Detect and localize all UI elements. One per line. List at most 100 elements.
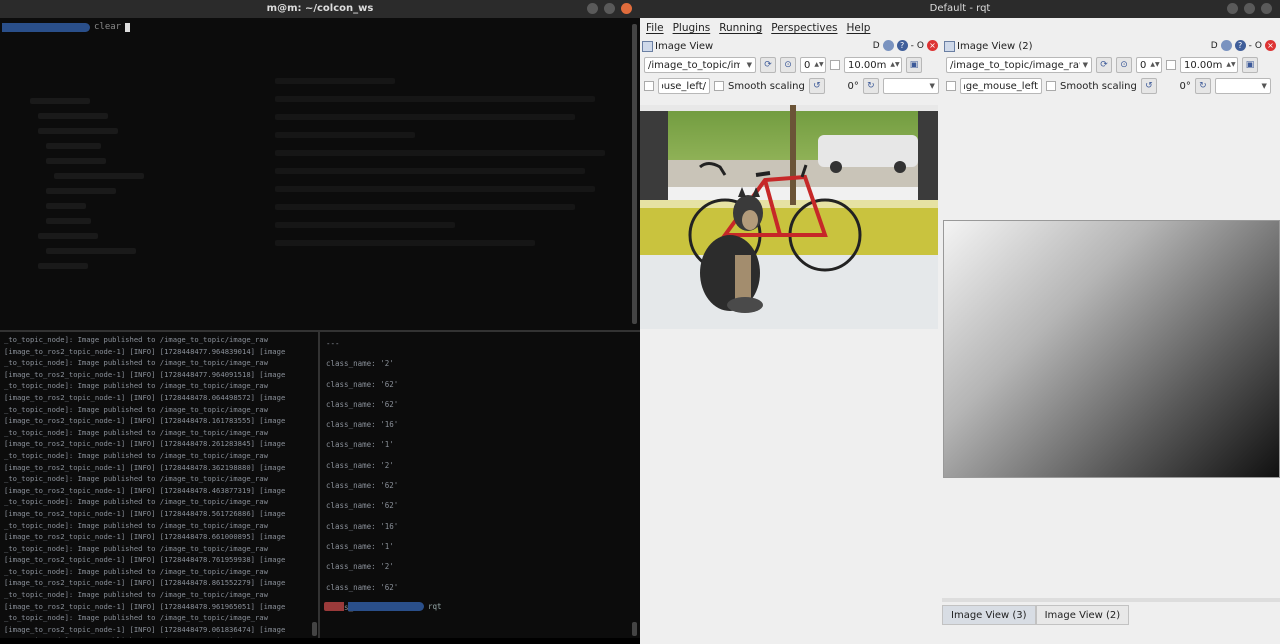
top-pane-scrollbar[interactable] bbox=[632, 24, 637, 324]
refresh-icon[interactable]: ⟳ bbox=[760, 57, 776, 73]
topic-combo[interactable]: /image_to_topic/image_raw ▼ bbox=[644, 57, 756, 73]
time-spin-box[interactable]: 10.00m ▲▼ bbox=[1180, 57, 1238, 73]
minimize-icon[interactable] bbox=[1227, 3, 1238, 14]
echo-pane-scrollbar[interactable] bbox=[632, 622, 637, 636]
help-icon[interactable]: ? bbox=[896, 40, 908, 51]
class-line: class_name: '1' bbox=[326, 541, 394, 551]
smooth-scaling-checkbox[interactable] bbox=[714, 81, 724, 91]
rotation-value: 0° bbox=[847, 80, 859, 92]
dock-label[interactable]: D bbox=[873, 41, 880, 51]
rotate-left-icon[interactable]: ↺ bbox=[1140, 78, 1157, 94]
log-line: [image_to_ros2_topic_node-1] [INFO] [172… bbox=[4, 601, 286, 611]
zoom-fit-icon[interactable]: ⊙ bbox=[780, 57, 796, 73]
rotate-right-icon[interactable]: ↻ bbox=[1194, 78, 1211, 94]
log-line: _to_topic_node]: Image published to /ima… bbox=[4, 613, 268, 623]
smooth-scaling-checkbox[interactable] bbox=[1046, 81, 1056, 91]
tab-image-view-2[interactable]: Image View (2) bbox=[1035, 605, 1130, 625]
close-icon[interactable] bbox=[621, 3, 632, 14]
terminal-title: m@m: ~/colcon_ws bbox=[266, 3, 374, 14]
maximize-icon[interactable] bbox=[1244, 3, 1255, 14]
mouse-topic-value: /image_mouse_left bbox=[662, 80, 706, 92]
log-line: _to_topic_node]: Image published to /ima… bbox=[4, 427, 268, 437]
save-icon[interactable]: ▣ bbox=[906, 57, 922, 73]
time-checkbox[interactable] bbox=[1166, 60, 1176, 70]
spin-box[interactable]: 0 ▲▼ bbox=[1136, 57, 1162, 73]
class-line: --- bbox=[326, 339, 340, 348]
menu-perspectives[interactable]: Perspectives bbox=[771, 22, 837, 34]
plugin-titlebar: Image View D ? - O × bbox=[640, 38, 942, 54]
prompt-segment-user bbox=[324, 602, 344, 611]
log-line: [image_to_ros2_topic_node-1] [INFO] [172… bbox=[4, 624, 286, 634]
spin-arrows-icon[interactable]: ▲▼ bbox=[1222, 62, 1235, 68]
terminal-top-pane[interactable]: clear bbox=[0, 18, 640, 330]
log-line: _to_topic_node]: Image published to /ima… bbox=[4, 566, 268, 576]
topic-combo[interactable]: /image_to_topic/image_raw/ ▼ bbox=[946, 57, 1092, 73]
maximize-icon[interactable] bbox=[604, 3, 615, 14]
options-icon[interactable]: O bbox=[917, 41, 924, 51]
minimize-icon[interactable] bbox=[587, 3, 598, 14]
terminal-cursor bbox=[125, 22, 131, 32]
class-line: class_name: '16' bbox=[326, 521, 399, 531]
chevron-down-icon: ▼ bbox=[1082, 61, 1088, 69]
horizontal-scrollbar[interactable] bbox=[942, 598, 1280, 602]
options-icon[interactable]: O bbox=[1255, 41, 1262, 51]
menu-file[interactable]: File bbox=[646, 22, 664, 34]
terminal-echo-pane[interactable]: --- class_name: '2' class_name: '62' class_… bbox=[320, 332, 640, 638]
rotate-left-icon[interactable]: ↺ bbox=[808, 78, 825, 94]
log-line: [image_to_ros2_topic_node-1] [INFO] [172… bbox=[4, 346, 286, 356]
menu-plugins[interactable]: Plugins bbox=[673, 22, 711, 34]
class-line: class_name: '62' bbox=[326, 399, 399, 409]
smooth-scaling-label: Smooth scaling bbox=[1060, 80, 1137, 92]
terminal-titlebar: m@m: ~/colcon_ws bbox=[0, 0, 640, 18]
topic-value: /image_to_topic/image_raw/ bbox=[950, 59, 1080, 71]
log-line: _to_topic_node]: Image published to /ima… bbox=[4, 358, 268, 368]
save-icon[interactable]: ▣ bbox=[1242, 57, 1258, 73]
log-line: [image_to_ros2_topic_node-1] [INFO] [172… bbox=[4, 439, 286, 449]
mouse-checkbox[interactable] bbox=[644, 81, 654, 91]
reload-icon[interactable] bbox=[882, 40, 894, 51]
log-line: _to_topic_node]: Image published to /ima… bbox=[4, 335, 268, 344]
mouse-checkbox[interactable] bbox=[946, 81, 956, 91]
dock-label[interactable]: D bbox=[1211, 41, 1218, 51]
class-line: class_name: '62' bbox=[326, 481, 399, 491]
minimize-icon[interactable]: - bbox=[911, 41, 914, 51]
spin-arrows-icon[interactable]: ▲▼ bbox=[1146, 62, 1159, 68]
plugin-controls: D ? - O × bbox=[873, 40, 938, 51]
menu-help[interactable]: Help bbox=[847, 22, 871, 34]
time-checkbox[interactable] bbox=[830, 60, 840, 70]
color-scheme-combo[interactable]: ▼ bbox=[882, 78, 939, 94]
rqt-window-controls bbox=[1227, 3, 1272, 14]
chevron-down-icon: ▼ bbox=[929, 82, 935, 90]
log-pane-scrollbar[interactable] bbox=[312, 622, 317, 636]
close-icon[interactable]: × bbox=[927, 40, 938, 51]
time-spin-box[interactable]: 10.00m ▲▼ bbox=[844, 57, 902, 73]
reload-icon[interactable] bbox=[1220, 40, 1232, 51]
rotate-right-icon[interactable]: ↻ bbox=[862, 78, 879, 94]
mouse-topic-field[interactable]: image_mouse_left bbox=[960, 78, 1042, 94]
help-icon[interactable]: ? bbox=[1234, 40, 1246, 51]
image-display[interactable] bbox=[640, 105, 938, 329]
spin-arrows-icon[interactable]: ▲▼ bbox=[810, 62, 823, 68]
color-scheme-combo[interactable]: ▼ bbox=[1214, 78, 1271, 94]
rqt-titlebar: Default - rqt bbox=[640, 0, 1280, 18]
terminal-log-pane[interactable]: _to_topic_node]: Image published to /ima… bbox=[0, 332, 318, 638]
spin-arrows-icon[interactable]: ▲▼ bbox=[886, 62, 899, 68]
log-line: _to_topic_node]: Image published to /ima… bbox=[4, 635, 314, 638]
close-icon[interactable]: × bbox=[1265, 40, 1276, 51]
tab-image-view-3[interactable]: Image View (3) bbox=[942, 605, 1036, 625]
plugin-toolbar: /image_to_topic/image_raw/ ▼ ⟳ ⊙ 0 ▲▼ 10… bbox=[946, 56, 1258, 74]
refresh-icon[interactable]: ⟳ bbox=[1096, 57, 1112, 73]
close-icon[interactable] bbox=[1261, 3, 1272, 14]
menu-running[interactable]: Running bbox=[719, 22, 762, 34]
porch-photo bbox=[640, 105, 938, 329]
class-line: class_name: '62' bbox=[326, 582, 399, 592]
spin-box[interactable]: 0 ▲▼ bbox=[800, 57, 826, 73]
minimize-icon[interactable]: - bbox=[1249, 41, 1252, 51]
zoom-fit-icon[interactable]: ⊙ bbox=[1116, 57, 1132, 73]
log-line: _to_topic_node]: Image published to /ima… bbox=[4, 543, 268, 553]
gradient-image-display[interactable] bbox=[943, 220, 1280, 478]
faded-tree-remnant bbox=[30, 98, 144, 278]
log-line: [image_to_ros2_topic_node-1] [INFO] [172… bbox=[4, 532, 286, 542]
mouse-topic-field[interactable]: /image_mouse_left bbox=[658, 78, 710, 94]
bottom-prompt: rqt bbox=[324, 602, 442, 611]
